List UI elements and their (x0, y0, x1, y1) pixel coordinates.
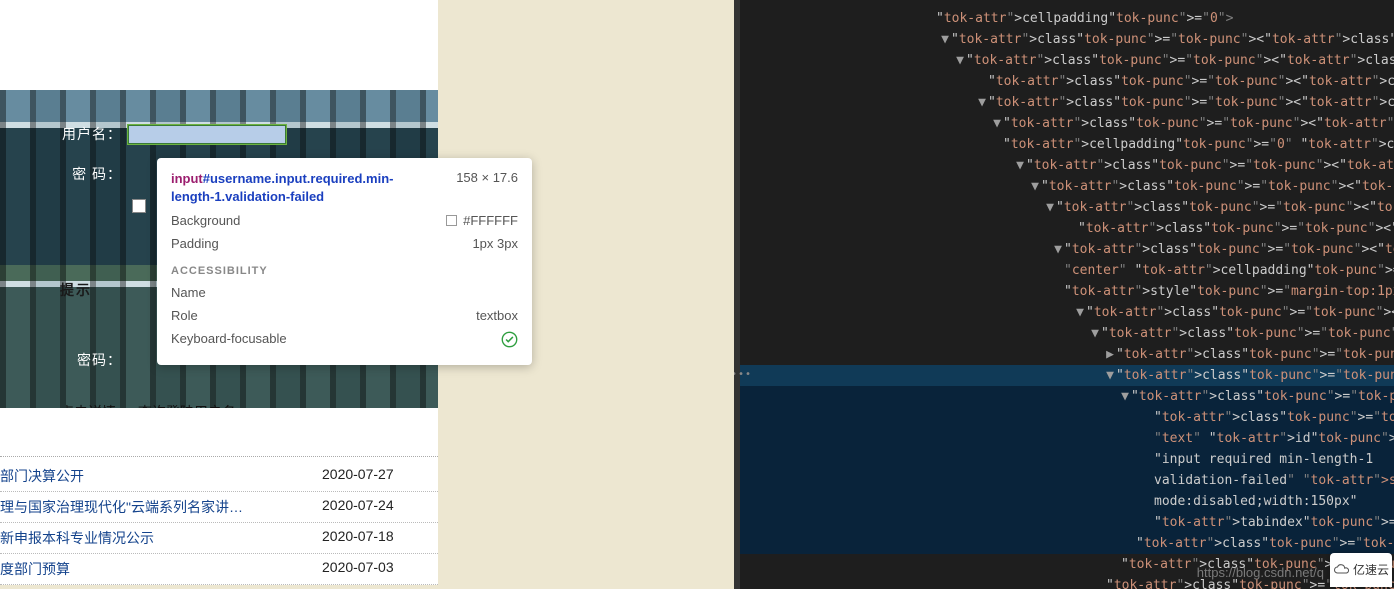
top-whitespace (0, 0, 438, 90)
expand-arrow-icon[interactable] (1094, 575, 1106, 589)
expand-arrow-icon[interactable] (1124, 533, 1136, 554)
expand-arrow-icon[interactable]: ▼ (1119, 386, 1131, 407)
code-line[interactable]: ▼"tok-attr">class"tok-punc">="tok-punc">… (734, 302, 1394, 323)
expand-arrow-icon[interactable] (976, 71, 988, 92)
article-date: 2020-07-18 (322, 528, 432, 548)
expand-arrow-icon[interactable]: ▼ (976, 92, 988, 113)
article-row[interactable]: 部门决算公开 2020-07-27 (0, 461, 438, 492)
tooltip-accessibility-heading: ACCESSIBILITY (171, 265, 518, 277)
expand-arrow-icon[interactable]: ▼ (1014, 155, 1026, 176)
devtools-hover-tooltip: input#username.input.required.min-length… (157, 158, 532, 365)
code-line[interactable]: "tok-attr">class"tok-punc">="tok-punc"><… (734, 71, 1394, 92)
expand-arrow-icon[interactable]: ▼ (939, 29, 951, 50)
code-line[interactable]: ▼"tok-attr">class"tok-punc">="tok-punc">… (734, 386, 1394, 407)
expand-arrow-icon[interactable]: ▶ (1104, 344, 1116, 365)
remember-checkbox[interactable] (132, 199, 146, 213)
cloud-icon (1333, 563, 1351, 577)
expand-arrow-icon[interactable] (1142, 470, 1154, 491)
article-row[interactable]: 度部门预算 2020-07-03 (0, 554, 438, 585)
article-date: 2020-07-03 (322, 559, 432, 579)
code-line[interactable]: "tok-attr">cellpadding"tok-punc">="0"> (734, 8, 1394, 29)
tooltip-accessibility-rows: Name Roletextbox Keyboard-focusable (171, 285, 518, 351)
code-line[interactable]: "input required min-length-1 (734, 449, 1394, 470)
article-title: 新申报本科专业情况公示 (0, 528, 154, 548)
expand-arrow-icon[interactable]: ▼ (1044, 197, 1056, 218)
code-line[interactable]: "text" "tok-attr">id"tok-punc">="usernam… (734, 428, 1394, 449)
webpage-pane: 用户名： 密 码： 提示 密码： 点击详情 查询登陆用户名 input#user… (0, 0, 734, 589)
article-row[interactable]: 新申报本科专业情况公示 2020-07-18 (0, 523, 438, 554)
code-line[interactable]: mode:disabled;width:150px" (734, 491, 1394, 512)
code-line[interactable]: "tok-attr">cellpadding"tok-punc">="0" "t… (734, 134, 1394, 155)
tooltip-dimensions: 158 × 17.6 (456, 170, 518, 185)
expand-arrow-icon[interactable]: ▼ (1029, 176, 1041, 197)
article-title: 度部门预算 (0, 559, 70, 579)
expand-arrow-icon[interactable]: ▼ (991, 113, 1003, 134)
code-tree[interactable]: "tok-attr">cellpadding"tok-punc">="0">▼"… (734, 8, 1394, 589)
expand-arrow-icon[interactable] (1142, 512, 1154, 533)
tooltip-acc-row: Keyboard-focusable (171, 331, 518, 351)
expand-arrow-icon[interactable] (1052, 281, 1064, 302)
ellipsis-icon: ••• (734, 364, 752, 385)
mid-whitespace (0, 408, 438, 456)
expand-arrow-icon[interactable]: ▼ (1074, 302, 1086, 323)
username-row: 用户名： (60, 114, 286, 154)
expand-arrow-icon[interactable] (1142, 428, 1154, 449)
code-line[interactable]: ▼"tok-attr">class"tok-punc">="tok-punc">… (734, 29, 1394, 50)
expand-arrow-icon[interactable] (1052, 260, 1064, 281)
code-line[interactable]: ▼"tok-attr">class"tok-punc">="tok-punc">… (734, 92, 1394, 113)
code-line[interactable]: ▼"tok-attr">class"tok-punc">="tok-punc">… (734, 50, 1394, 71)
code-line[interactable]: "center" "tok-attr">cellpadding"tok-punc… (734, 260, 1394, 281)
check-circle-icon (501, 331, 518, 348)
code-line[interactable]: ▼"tok-attr">class"tok-punc">="tok-punc">… (734, 239, 1394, 260)
expand-arrow-icon[interactable] (1066, 218, 1078, 239)
code-line[interactable]: ▼"tok-attr">class"tok-punc">="tok-punc">… (734, 365, 1394, 386)
expand-arrow-icon[interactable]: ▼ (954, 50, 966, 71)
code-line[interactable]: validation-failed" "tok-attr">style"tok-… (734, 470, 1394, 491)
article-row[interactable]: 理与国家治理现代化"云端系列名家讲… 2020-07-24 (0, 492, 438, 523)
article-date: 2020-07-24 (322, 497, 432, 517)
yisuyun-logo: 亿速云 (1330, 553, 1392, 587)
password-label: 密 码： (60, 164, 122, 184)
code-line[interactable]: ▼"tok-attr">class"tok-punc">="tok-punc">… (734, 323, 1394, 344)
expand-arrow-icon[interactable]: ▼ (1052, 239, 1064, 260)
tooltip-acc-row: Roletextbox (171, 308, 518, 323)
code-line[interactable]: ▶"tok-attr">class"tok-punc">="tok-punc">… (734, 344, 1394, 365)
code-line[interactable]: "tok-attr">tabindex"tok-punc">="1" title… (734, 512, 1394, 533)
username-label: 用户名： (60, 124, 122, 144)
code-line[interactable]: ▼"tok-attr">class"tok-punc">="tok-punc">… (734, 197, 1394, 218)
logo-text: 亿速云 (1353, 560, 1389, 581)
tooltip-style-row: Padding1px 3px (171, 236, 518, 251)
password-label-2: 密码： (60, 350, 122, 370)
expand-arrow-icon[interactable] (1142, 449, 1154, 470)
expand-arrow-icon[interactable] (991, 134, 1003, 155)
article-date: 2020-07-27 (322, 466, 432, 486)
expand-arrow-icon[interactable]: ▼ (1089, 323, 1101, 344)
article-title: 理与国家治理现代化"云端系列名家讲… (0, 497, 243, 517)
code-line[interactable]: "tok-attr">style"tok-punc">="margin-top:… (734, 281, 1394, 302)
expand-arrow-icon[interactable] (1109, 554, 1121, 575)
code-line[interactable]: ▼"tok-attr">class"tok-punc">="tok-punc">… (734, 155, 1394, 176)
expand-arrow-icon[interactable] (1142, 491, 1154, 512)
code-line[interactable]: ▼"tok-attr">class"tok-punc">="tok-punc">… (734, 176, 1394, 197)
code-line[interactable]: "tok-attr">class"tok-punc">="tok-punc"><… (734, 407, 1394, 428)
tooltip-acc-row: Name (171, 285, 518, 300)
article-list: 部门决算公开 2020-07-27 理与国家治理现代化"云端系列名家讲… 2020-0… (0, 456, 438, 585)
article-title: 部门决算公开 (0, 466, 84, 486)
expand-arrow-icon[interactable] (924, 8, 936, 29)
username-input[interactable] (128, 125, 286, 144)
expand-arrow-icon[interactable] (1142, 407, 1154, 428)
devtools-gutter (734, 0, 740, 589)
tooltip-selector-tag: input (171, 171, 203, 186)
code-line[interactable]: "tok-attr">class"tok-punc">="tok-punc"><… (734, 218, 1394, 239)
code-line[interactable]: "tok-attr">class"tok-punc">="tok-punc"><… (734, 533, 1394, 554)
tooltip-selector-rest: #username.input.required.min-length-1.va… (171, 171, 393, 204)
devtools-elements-panel[interactable]: ••• "tok-attr">cellpadding"tok-punc">="0… (734, 0, 1394, 589)
code-line[interactable]: ▼"tok-attr">class"tok-punc">="tok-punc">… (734, 113, 1394, 134)
tooltip-style-row: Background#FFFFFF (171, 213, 518, 228)
watermark-text: https://blog.csdn.net/q (1197, 562, 1324, 583)
tooltip-style-rows: Background#FFFFFF Padding1px 3px (171, 213, 518, 251)
tooltip-selector: input#username.input.required.min-length… (171, 170, 431, 205)
expand-arrow-icon[interactable]: ▼ (1104, 365, 1116, 386)
